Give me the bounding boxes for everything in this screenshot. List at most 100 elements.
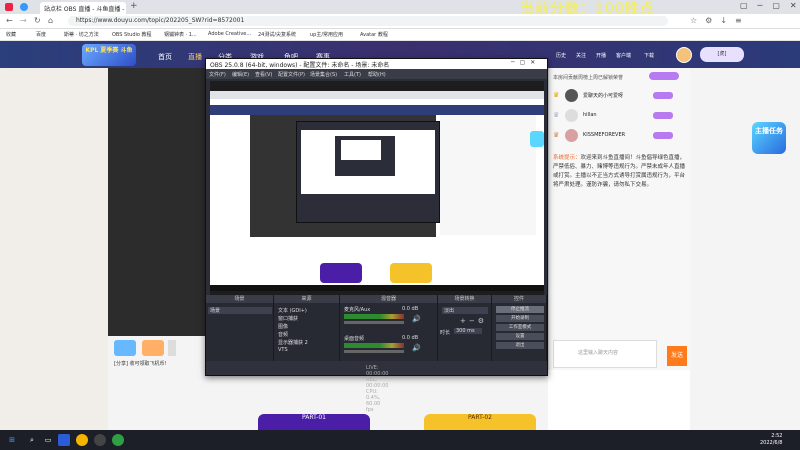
bookmark-item[interactable]: Adobe Creative... — [208, 31, 251, 37]
tab-douyu[interactable]: 站点栏 OBS 直播 - 斗鱼直播 - × — [40, 2, 126, 14]
browser-menu-icon[interactable] — [5, 3, 13, 11]
mixer-title: 混音器 — [340, 295, 437, 303]
search-icon[interactable]: ⌕ — [26, 434, 38, 446]
home-icon[interactable]: ⌂ — [48, 16, 53, 25]
app-icon[interactable] — [58, 434, 70, 446]
chrome-icon[interactable] — [76, 434, 88, 446]
bookmark-item[interactable]: 收藏 — [6, 31, 16, 38]
rank-row[interactable]: ♛ 爱聊天的小可爱呀 — [553, 88, 689, 104]
avatar[interactable] — [676, 47, 692, 63]
rank-username: hillan — [583, 112, 597, 118]
volume-meter — [344, 314, 404, 319]
follow-toggle[interactable] — [168, 340, 176, 356]
gift-icon[interactable] — [142, 340, 164, 356]
obs-icon[interactable] — [94, 434, 106, 446]
header-broadcast[interactable]: 开播 — [596, 52, 606, 59]
reload-icon[interactable]: ↻ — [34, 16, 41, 25]
clock-time: 2:52 — [771, 433, 783, 439]
bookmark-item[interactable]: 24测试/尖复系统 — [258, 31, 296, 38]
obs-window-controls[interactable]: ─▢✕ — [511, 59, 540, 66]
scenes-title: 场景 — [206, 295, 273, 303]
bookmark-item[interactable]: 钢镚钟表 · 1... — [164, 31, 197, 38]
source-item[interactable]: 图像 — [278, 323, 288, 330]
studio-mode-button[interactable]: 工作室模式 — [496, 324, 544, 331]
back-icon[interactable]: ← — [6, 16, 13, 25]
source-item[interactable]: 文本 (GDI+) — [278, 307, 307, 314]
nav-home[interactable]: 首页 — [158, 52, 172, 62]
chat-header-button[interactable] — [649, 72, 679, 80]
settings-button[interactable]: 设置 — [496, 333, 544, 340]
send-button[interactable]: 发送 — [667, 346, 687, 366]
captured-taskbar — [210, 285, 544, 291]
sources-title: 来源 — [274, 295, 339, 303]
rank-badge — [653, 92, 673, 99]
start-icon[interactable]: ⊞ — [6, 434, 18, 446]
stop-streaming-button[interactable]: 停止推流 — [496, 306, 544, 313]
task-badge[interactable]: 主播任务 — [752, 122, 786, 154]
header-history[interactable]: 历史 — [556, 52, 566, 59]
volume-slider[interactable] — [344, 321, 404, 324]
bookmark-item[interactable]: 斯蒂 · 坊之方法 — [64, 31, 99, 38]
obs-statusbar: LIVE: 00:00:00 REC: 00:00:00 CPU: 0.4%, … — [206, 361, 547, 413]
taskbar: ⊞ ⌕ ▭ 2:52 2022/6/8 — [0, 430, 800, 450]
transition-select[interactable]: 淡出 — [442, 307, 488, 314]
transitions-title: 场景转换 — [438, 295, 491, 303]
rank-username: 爱聊天的小可爱呀 — [583, 93, 624, 99]
rank-row[interactable]: ♛ KISSMEFOREVER — [553, 128, 689, 144]
captured-part1 — [320, 263, 362, 283]
captured-header — [210, 105, 544, 115]
scene-item[interactable]: 场景 — [208, 307, 272, 314]
source-item[interactable]: 音频 — [278, 331, 288, 338]
volume-slider[interactable] — [344, 350, 404, 353]
clock[interactable]: 2:52 2022/6/8 — [760, 433, 782, 447]
system-label: 系统提示： — [553, 155, 581, 161]
nested-preview — [341, 140, 381, 160]
menu-view[interactable]: 查看(V) — [255, 71, 272, 78]
score-overlay: 当前分数：100胜点 — [520, 1, 655, 17]
bookmark-item[interactable]: up主/常用应用 — [310, 31, 343, 38]
source-item[interactable]: VTS — [278, 347, 288, 353]
source-item[interactable]: 显示器捕获 2 — [278, 339, 308, 346]
part1-card[interactable]: PART-01 — [258, 414, 370, 430]
window-controls[interactable]: ▢─▢✕ — [740, 1, 800, 10]
forward-icon[interactable]: → — [20, 16, 27, 25]
kpl-logo[interactable]: KPL 夏季赛 斗鱼 — [82, 44, 136, 66]
new-tab-button[interactable]: + — [130, 1, 138, 11]
menu-file[interactable]: 文件(F) — [209, 71, 226, 78]
mixer-channel-db: 0.0 dB — [402, 335, 419, 341]
browser-logo-icon[interactable] — [20, 3, 28, 11]
menu-scene-collection[interactable]: 场景集合(S) — [310, 71, 337, 78]
header-follow[interactable]: 关注 — [576, 52, 586, 59]
toolbar-icons[interactable]: ☆⚙↓≡ — [690, 16, 750, 25]
speaker-icon[interactable]: 🔊 — [412, 315, 421, 323]
duration-field[interactable]: 300 ms — [454, 328, 482, 334]
rank-row[interactable]: ♛ hillan — [553, 108, 689, 124]
bookmark-item[interactable]: 百度 — [36, 31, 46, 38]
taskview-icon[interactable]: ▭ — [42, 434, 54, 446]
header-client[interactable]: 客户端 — [616, 52, 631, 59]
chat-panel: 本房间贡献周榜上周已解锁荣誉 ♛ 爱聊天的小可爱呀 ♛ hillan ♛ KIS… — [548, 68, 690, 370]
transition-controls[interactable]: +−⚙ — [460, 317, 487, 325]
avatar — [565, 109, 578, 122]
app-icon[interactable] — [112, 434, 124, 446]
obs-window[interactable]: OBS 25.0.8 (64-bit, windows) - 配置文件: 未命名… — [205, 58, 548, 413]
exit-button[interactable]: 退出 — [496, 342, 544, 349]
menu-help[interactable]: 帮助(H) — [368, 71, 386, 78]
part2-card[interactable]: PART-02 — [424, 414, 536, 430]
source-item[interactable]: 窗口捕获 — [278, 315, 298, 322]
menu-tools[interactable]: 工具(T) — [344, 71, 361, 78]
right-sidebar: 主播任务 — [690, 68, 800, 430]
start-recording-button[interactable]: 开始录制 — [496, 315, 544, 322]
captured-obs-preview — [301, 130, 435, 194]
header-download[interactable]: 下载 — [644, 52, 654, 59]
bookmark-item[interactable]: Avatar 教程 — [360, 31, 388, 38]
user-badge[interactable]: [虎] — [700, 47, 744, 62]
gift-icon[interactable] — [114, 340, 136, 356]
menu-profile[interactable]: 配置文件(P) — [278, 71, 305, 78]
speaker-icon[interactable]: 🔊 — [412, 344, 421, 352]
chat-header: 本房间贡献周榜上周已解锁荣誉 — [553, 75, 624, 81]
chat-input[interactable]: 这里输入聊天内容 — [553, 340, 657, 368]
bookmark-item[interactable]: OBS Studio 教程 — [112, 31, 152, 38]
nav-live[interactable]: 直播 — [188, 52, 202, 62]
menu-edit[interactable]: 编辑(E) — [232, 71, 249, 78]
